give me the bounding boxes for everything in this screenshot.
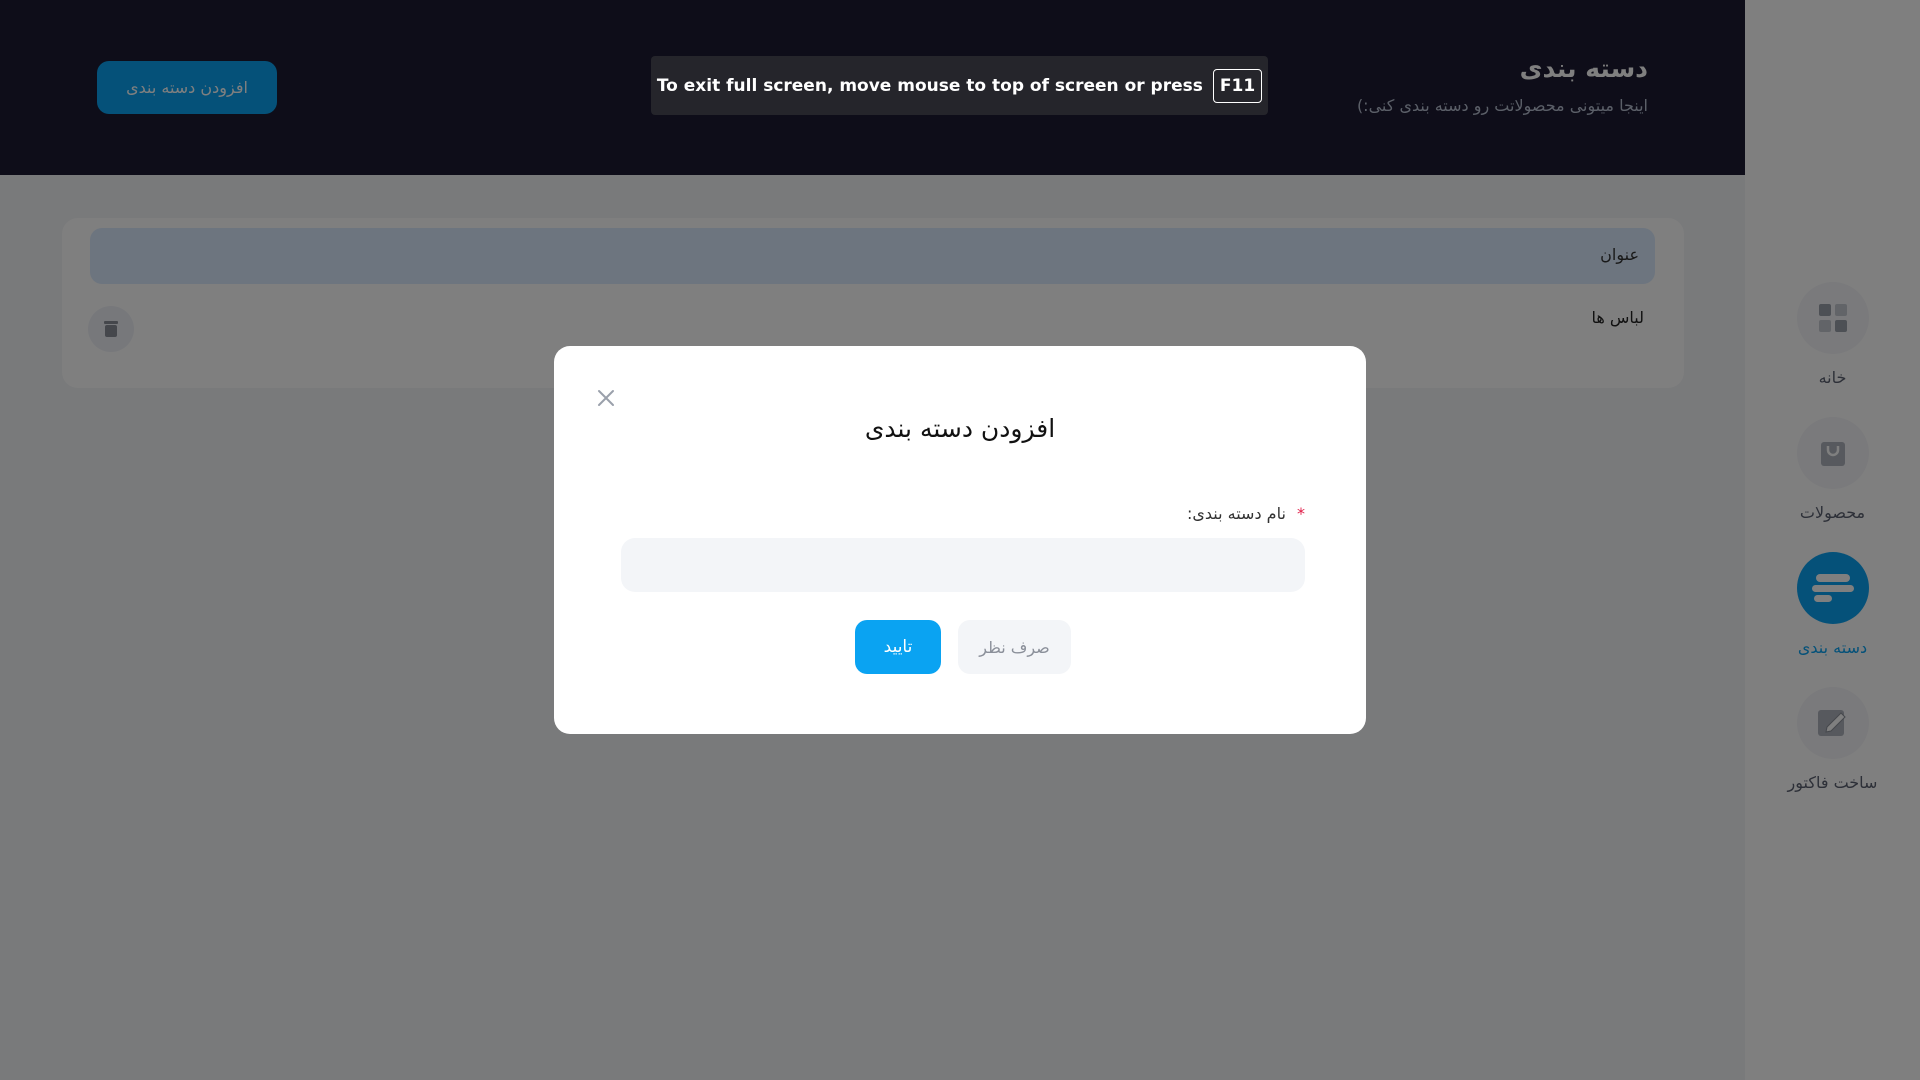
add-category-modal: افزودن دسته بندی * نام دسته بندی: تایید … bbox=[554, 346, 1366, 734]
fullscreen-notice-text: To exit full screen, move mouse to top o… bbox=[656, 75, 1203, 96]
required-mark: * bbox=[1297, 504, 1305, 523]
modal-title: افزودن دسته بندی bbox=[864, 414, 1056, 443]
category-name-label: * نام دسته بندی: bbox=[1187, 504, 1305, 523]
field-label-text: نام دسته بندی: bbox=[1186, 504, 1286, 523]
confirm-button[interactable]: تایید bbox=[855, 620, 941, 674]
category-name-input[interactable] bbox=[621, 538, 1305, 592]
close-button[interactable] bbox=[592, 384, 620, 412]
fullscreen-notice: To exit full screen, move mouse to top o… bbox=[651, 56, 1268, 115]
close-icon bbox=[598, 390, 614, 406]
fullscreen-key: F11 bbox=[1212, 68, 1263, 103]
app-root: دسته بندی اینجا میتونی محصولاتت رو دسته … bbox=[0, 0, 1920, 1080]
cancel-button[interactable]: صرف نظر bbox=[958, 620, 1071, 674]
